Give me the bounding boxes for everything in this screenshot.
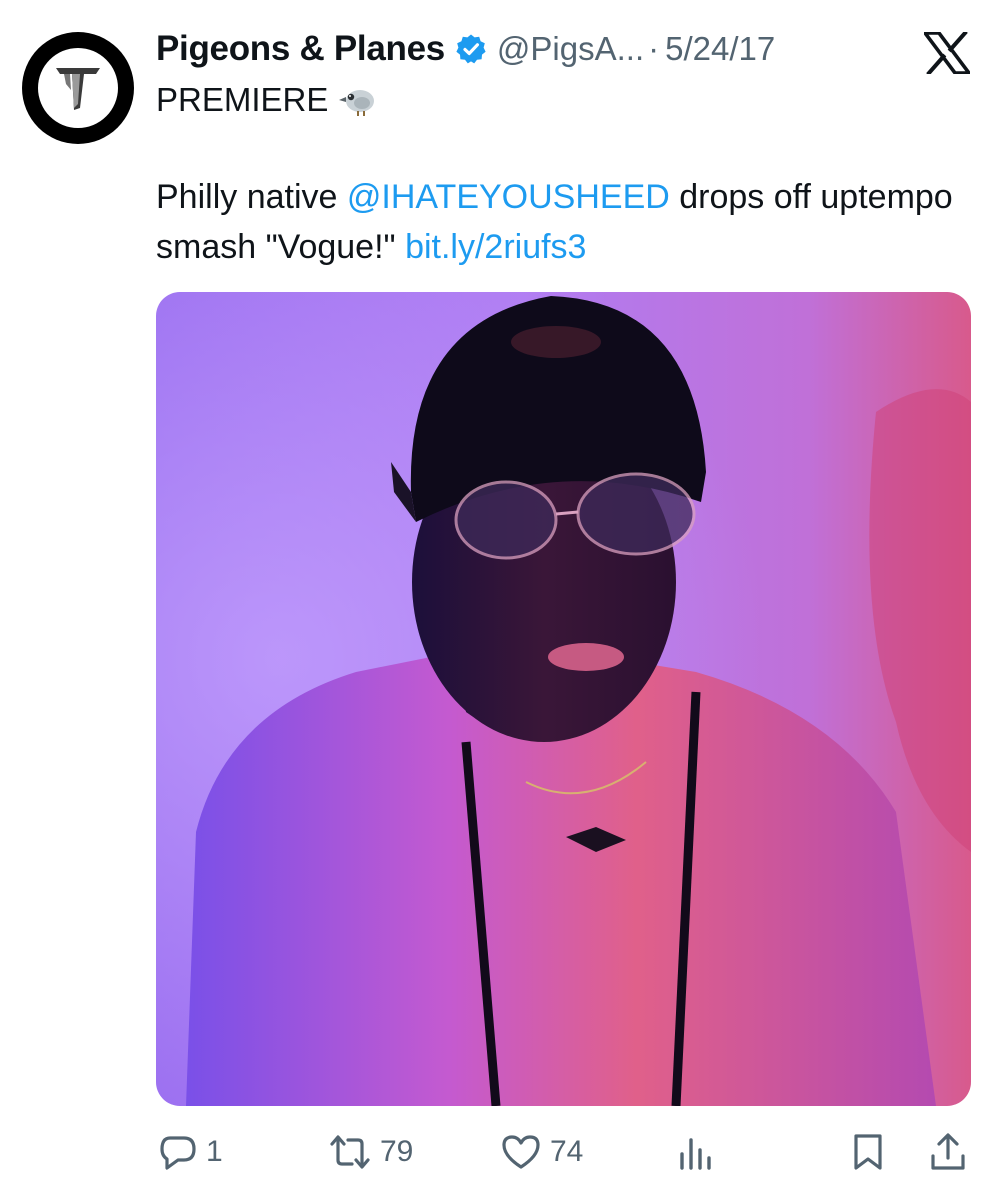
pigeons-planes-logo-icon	[56, 68, 100, 110]
url-link[interactable]: bit.ly/2riufs3	[405, 228, 586, 266]
share-button[interactable]	[928, 1128, 968, 1176]
tweet-first-line: PREMIERE	[156, 78, 376, 122]
bookmark-button[interactable]	[848, 1128, 888, 1176]
repost-button[interactable]: 79	[328, 1128, 413, 1176]
repost-count: 79	[380, 1135, 414, 1168]
avatar-logo	[38, 48, 118, 128]
handle[interactable]: @PigsA...	[497, 30, 644, 68]
reply-button[interactable]: 1	[158, 1128, 223, 1176]
views-button[interactable]	[676, 1128, 716, 1176]
action-bar: 1 79 74	[0, 1128, 994, 1176]
tweet-card[interactable]: Pigeons & Planes @PigsA... · 5/24/17 PRE…	[0, 0, 994, 1200]
like-count: 74	[550, 1135, 584, 1168]
tweet-text: Philly native @IHATEYOUSHEED drops off u…	[156, 172, 956, 272]
reply-count: 1	[206, 1135, 223, 1168]
separator-dot: ·	[648, 30, 660, 67]
like-button[interactable]: 74	[500, 1128, 583, 1176]
verified-badge-icon	[455, 33, 487, 65]
views-icon	[676, 1132, 716, 1172]
tweet-header: Pigeons & Planes @PigsA... · 5/24/17	[156, 26, 775, 72]
reply-icon	[158, 1132, 198, 1172]
avatar[interactable]	[22, 32, 134, 144]
bird-emoji-icon	[338, 83, 376, 117]
body-prefix: Philly native	[156, 178, 347, 216]
tweet-date[interactable]: 5/24/17	[665, 30, 775, 68]
x-logo-icon[interactable]	[923, 30, 971, 76]
tweet-image[interactable]	[156, 292, 971, 1106]
photo-illustration	[156, 292, 971, 1106]
premiere-text: PREMIERE	[156, 81, 329, 118]
mention-link[interactable]: @IHATEYOUSHEED	[347, 178, 670, 216]
bookmark-icon	[848, 1132, 888, 1172]
share-icon	[928, 1132, 968, 1172]
display-name[interactable]: Pigeons & Planes	[156, 29, 445, 69]
repost-icon	[328, 1132, 372, 1172]
heart-icon	[500, 1132, 542, 1172]
